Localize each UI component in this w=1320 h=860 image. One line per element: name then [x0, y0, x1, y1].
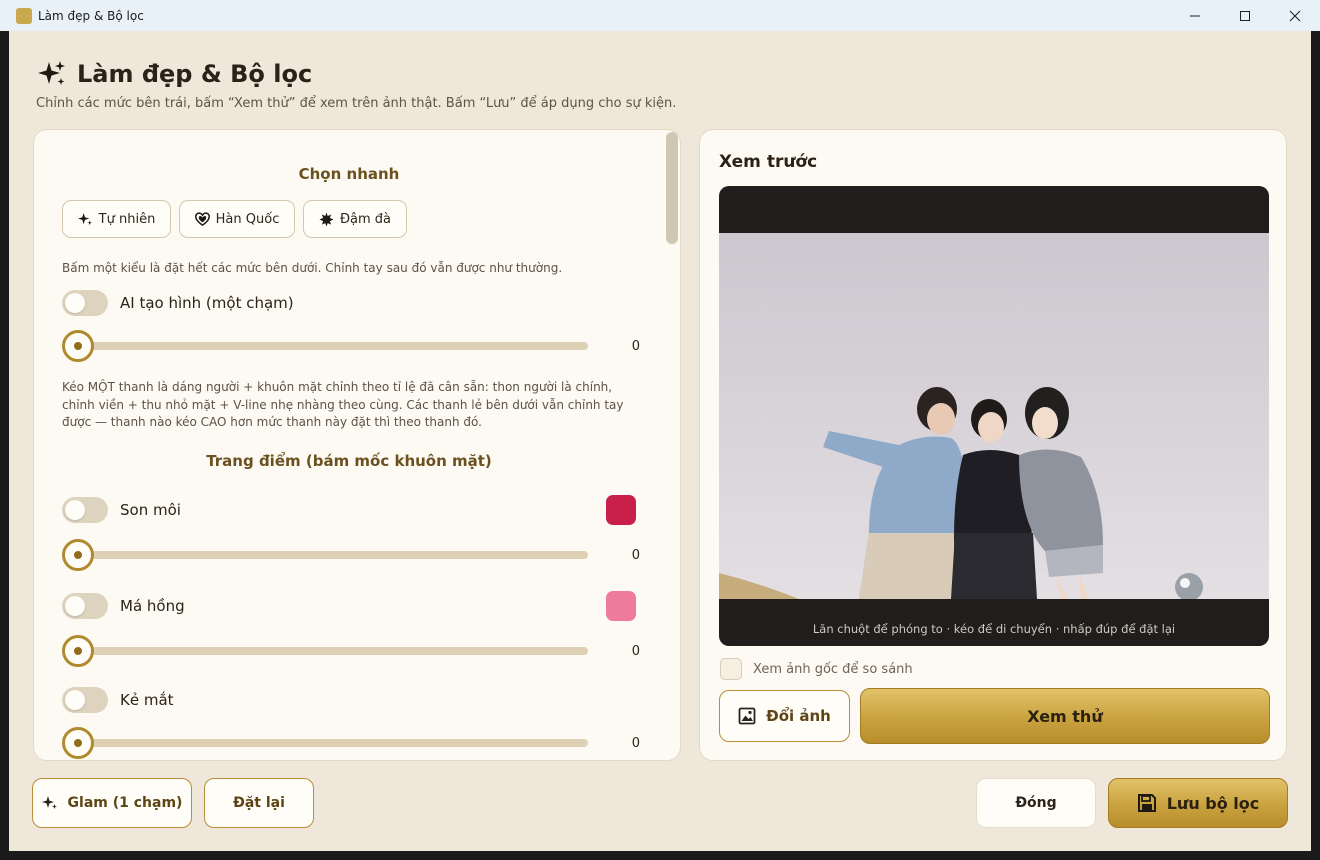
slider-track	[62, 647, 588, 655]
compare-original-row[interactable]: Xem ảnh gốc để so sánh	[720, 658, 913, 680]
app-icon	[16, 7, 32, 24]
lipstick-slider[interactable]	[62, 539, 588, 571]
lipstick-toggle[interactable]	[62, 497, 108, 523]
preview-photo[interactable]	[719, 233, 1269, 599]
save-filter-label: Lưu bộ lọc	[1166, 793, 1260, 813]
lipstick-color-swatch[interactable]	[606, 495, 636, 525]
slider-track	[62, 551, 588, 559]
preview-title: Xem trước	[719, 152, 818, 172]
blush-value: 0	[631, 644, 640, 659]
glam-label: Glam (1 chạm)	[67, 795, 183, 811]
slider-knob[interactable]	[62, 539, 94, 571]
sparkle-icon	[77, 212, 92, 225]
slider-knob[interactable]	[62, 727, 94, 759]
settings-panel[interactable]: Chọn nhanh Tự nhiên Hàn Quốc Đậm đà Bấm …	[33, 129, 681, 761]
preview-hint: Lăn chuột để phóng to · kéo để di chuyển…	[812, 622, 1176, 636]
blush-slider[interactable]	[62, 635, 588, 667]
eyeliner-slider[interactable]	[62, 727, 588, 759]
save-icon	[1137, 794, 1156, 812]
beauty-filter-window: Làm đẹp & Bộ lọc Chỉnh các mức bên trái,…	[9, 31, 1311, 851]
quick-section-title: Chọn nhanh	[298, 165, 400, 183]
ai-shape-label: AI tạo hình (một chạm)	[120, 294, 294, 312]
scrollbar[interactable]	[662, 130, 680, 760]
makeup-section-title: Trang điểm (bám mốc khuôn mặt)	[206, 452, 492, 470]
preset-bold-button[interactable]: Đậm đà	[303, 200, 407, 238]
preview-panel: Xem trước Lăn chuột để phóng to · kéo để…	[699, 129, 1287, 761]
ai-shape-note: Kéo MỘT thanh là dáng người + khuôn mặt …	[62, 380, 624, 429]
change-photo-label: Đổi ảnh	[766, 707, 831, 725]
maximize-icon	[1240, 10, 1250, 21]
page-title-text: Làm đẹp & Bộ lọc	[77, 60, 313, 88]
sparkles-icon	[38, 61, 65, 85]
window-titlebar: Làm đẹp & Bộ lọc	[0, 0, 1320, 31]
try-preview-label: Xem thử	[1027, 706, 1103, 726]
window-title: Làm đẹp & Bộ lọc	[38, 8, 144, 23]
close-dialog-button[interactable]: Đóng	[976, 778, 1096, 828]
lipstick-label: Son môi	[120, 501, 181, 519]
image-icon	[738, 707, 756, 725]
slider-track	[62, 342, 588, 350]
page-title: Làm đẹp & Bộ lọc	[37, 59, 312, 89]
quick-note: Bấm một kiểu là đặt hết các mức bên dưới…	[62, 261, 563, 275]
burst-icon	[319, 211, 334, 227]
page-subtitle: Chỉnh các mức bên trái, bấm “Xem thử” để…	[36, 96, 677, 111]
lipstick-value: 0	[631, 548, 640, 563]
close-button[interactable]	[1270, 0, 1320, 31]
heart-icon	[194, 211, 210, 226]
change-photo-button[interactable]: Đổi ảnh	[719, 690, 850, 742]
preset-label: Tự nhiên	[98, 211, 156, 227]
ai-shape-toggle[interactable]	[62, 290, 108, 316]
try-preview-button[interactable]: Xem thử	[860, 688, 1270, 744]
glam-one-tap-button[interactable]: Glam (1 chạm)	[32, 778, 192, 828]
minimize-icon	[1190, 15, 1200, 16]
slider-knob[interactable]	[62, 330, 94, 362]
close-dialog-label: Đóng	[1015, 795, 1057, 811]
ai-shape-slider[interactable]	[62, 330, 588, 362]
compare-original-checkbox[interactable]	[720, 658, 742, 680]
slider-track	[62, 739, 588, 747]
ai-shape-value: 0	[631, 339, 640, 354]
preview-viewport[interactable]: Lăn chuột để phóng to · kéo để di chuyển…	[719, 186, 1269, 646]
preset-label: Đậm đà	[339, 211, 392, 227]
eyeliner-value: 0	[631, 736, 640, 751]
compare-original-label: Xem ảnh gốc để so sánh	[753, 661, 913, 677]
sparkle-icon	[41, 796, 57, 809]
save-filter-button[interactable]: Lưu bộ lọc	[1108, 778, 1288, 828]
reset-label: Đặt lại	[233, 795, 285, 811]
eyeliner-label: Kẻ mắt	[120, 691, 174, 709]
preset-label: Hàn Quốc	[215, 211, 280, 227]
minimize-button[interactable]	[1170, 0, 1220, 31]
slider-knob[interactable]	[62, 635, 94, 667]
blush-color-swatch[interactable]	[606, 591, 636, 621]
eyeliner-toggle[interactable]	[62, 687, 108, 713]
reset-button[interactable]: Đặt lại	[204, 778, 314, 828]
preset-natural-button[interactable]: Tự nhiên	[62, 200, 171, 238]
maximize-button[interactable]	[1220, 0, 1270, 31]
preset-korean-button[interactable]: Hàn Quốc	[179, 200, 295, 238]
blush-label: Má hồng	[120, 597, 185, 615]
blush-toggle[interactable]	[62, 593, 108, 619]
scrollbar-thumb[interactable]	[666, 132, 678, 244]
close-icon	[1289, 10, 1301, 21]
